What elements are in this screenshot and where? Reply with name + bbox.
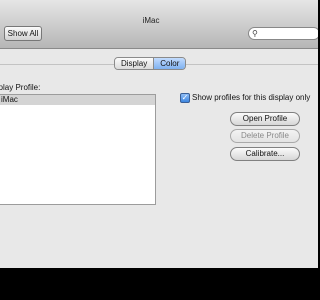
search-icon: ⚲	[252, 29, 258, 38]
show-profiles-label: Show profiles for this display only	[192, 93, 311, 102]
search-input[interactable]	[261, 29, 311, 38]
display-profile-label: Display Profile:	[0, 83, 41, 92]
window-title: iMac	[142, 16, 160, 25]
tab-bar: Display Color	[114, 57, 187, 70]
profile-list[interactable]: iMac	[0, 94, 156, 205]
calibrate-button[interactable]: Calibrate...	[230, 147, 300, 161]
checkmark-icon: ✓	[181, 93, 189, 102]
title-bar: iMac Show All ⚲	[0, 0, 318, 49]
list-item[interactable]: iMac	[0, 95, 155, 105]
tab-color[interactable]: Color	[153, 58, 186, 69]
show-all-button[interactable]: Show All	[4, 26, 42, 41]
open-profile-button[interactable]: Open Profile	[230, 112, 300, 126]
desktop-background	[0, 268, 300, 300]
show-profiles-checkbox[interactable]: ✓	[180, 93, 190, 103]
delete-profile-button[interactable]: Delete Profile	[230, 129, 300, 143]
preferences-window: iMac Show All ⚲ Display Color Display Pr…	[0, 0, 318, 268]
tab-display[interactable]: Display	[115, 58, 154, 69]
search-field[interactable]: ⚲	[248, 27, 318, 40]
